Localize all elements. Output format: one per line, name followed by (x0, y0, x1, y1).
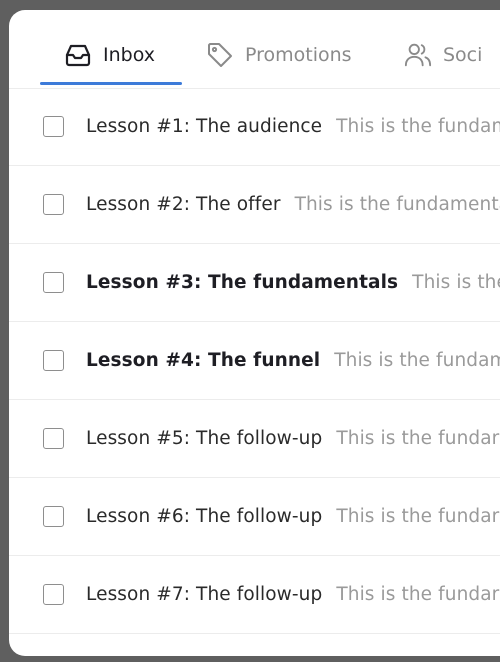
message-text: Lesson #1: The audience This is the funda… (86, 116, 500, 137)
message-subject: Lesson #1: The audience (86, 116, 323, 137)
message-subject: Lesson #4: The funnel (86, 350, 321, 371)
select-checkbox[interactable] (43, 116, 64, 137)
message-subject: Lesson #6: The follow-up (86, 506, 323, 527)
select-checkbox[interactable] (43, 350, 64, 371)
tab-promotions[interactable]: Promotions (206, 38, 352, 72)
message-subject: Lesson #5: The follow-up (86, 428, 323, 449)
tag-icon (206, 41, 234, 69)
message-snippet: This is the fundamenta (294, 194, 500, 215)
tab-inbox[interactable]: Inbox (64, 38, 155, 72)
message-snippet: This is the fundamen (334, 350, 500, 371)
message-row[interactable]: Lesson #1: The audience This is the funda… (9, 88, 500, 166)
select-checkbox[interactable] (43, 584, 64, 605)
message-snippet: This is the fu (412, 272, 500, 293)
message-text: Lesson #7: The follow-up This is the fund… (86, 584, 499, 605)
message-row[interactable]: Lesson #7: The follow-up This is the fund… (9, 556, 500, 634)
message-text: Lesson #3: The fundamentals This is the f… (86, 272, 500, 293)
tab-inbox-label: Inbox (103, 44, 155, 66)
tab-promotions-label: Promotions (245, 44, 352, 66)
inbox-icon (64, 41, 92, 69)
mail-panel: Inbox Promotions Soci Lesson #1: The aud… (9, 10, 500, 656)
message-row[interactable]: Lesson #5: The follow-up This is the fund… (9, 400, 500, 478)
window-frame: Inbox Promotions Soci Lesson #1: The aud… (0, 0, 500, 662)
message-snippet: This is the fundar (336, 506, 500, 527)
active-tab-indicator (40, 82, 182, 85)
select-checkbox[interactable] (43, 272, 64, 293)
message-row[interactable]: Lesson #3: The fundamentals This is the f… (9, 244, 500, 322)
message-subject: Lesson #3: The fundamentals (86, 272, 399, 293)
select-checkbox[interactable] (43, 506, 64, 527)
select-checkbox[interactable] (43, 428, 64, 449)
select-checkbox[interactable] (43, 194, 64, 215)
message-subject: Lesson #2: The offer (86, 194, 281, 215)
message-text: Lesson #4: The funnel This is the fundame… (86, 350, 500, 371)
tab-social-label: Soci (443, 44, 483, 66)
tab-bar: Inbox Promotions Soci (9, 10, 500, 89)
users-icon (404, 41, 432, 69)
message-text: Lesson #5: The follow-up This is the fund… (86, 428, 499, 449)
message-snippet: This is the fundam (336, 116, 500, 137)
message-snippet: This is the fundar (336, 428, 500, 449)
tab-social[interactable]: Soci (404, 38, 482, 72)
message-text: Lesson #2: The offer This is the fundamen… (86, 194, 500, 215)
message-row[interactable]: Lesson #4: The funnel This is the fundame… (9, 322, 500, 400)
message-row[interactable]: Lesson #2: The offer This is the fundamen… (9, 166, 500, 244)
message-row[interactable]: Lesson #6: The follow-up This is the fund… (9, 478, 500, 556)
message-list: Lesson #1: The audience This is the funda… (9, 88, 500, 634)
message-text: Lesson #6: The follow-up This is the fund… (86, 506, 499, 527)
message-snippet: This is the fundar (336, 584, 500, 605)
message-subject: Lesson #7: The follow-up (86, 584, 323, 605)
